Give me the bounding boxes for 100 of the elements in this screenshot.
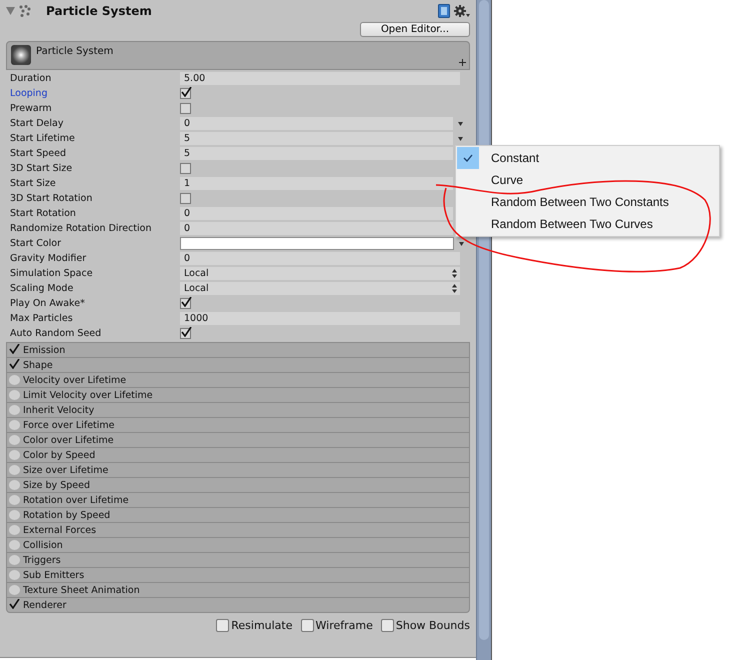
module-label: Rotation by Speed bbox=[23, 510, 110, 520]
collapse-icon[interactable] bbox=[6, 7, 15, 15]
dropdown-field[interactable]: Local bbox=[180, 282, 460, 295]
module-header-bar[interactable]: External Forces bbox=[6, 523, 470, 538]
module-header-bar[interactable]: Renderer bbox=[6, 598, 470, 613]
module-toggle[interactable] bbox=[9, 345, 20, 355]
number-field[interactable]: 0 bbox=[180, 207, 453, 220]
property-label: Start Delay bbox=[10, 118, 64, 129]
checkmark-icon bbox=[181, 87, 192, 97]
module-header-bar[interactable]: Size by Speed bbox=[6, 478, 470, 493]
checkmark-icon bbox=[181, 297, 192, 307]
updown-arrows-icon[interactable] bbox=[452, 269, 457, 278]
property-label: Randomize Rotation Direction bbox=[10, 223, 152, 234]
property-label: Prewarm bbox=[10, 103, 53, 114]
updown-arrows-icon[interactable] bbox=[452, 284, 457, 293]
menu-item[interactable]: Random Between Two Curves bbox=[456, 213, 719, 235]
module-toggle[interactable] bbox=[9, 495, 20, 505]
module-header-bar[interactable]: Texture Sheet Animation bbox=[6, 583, 470, 598]
caret-icon[interactable] bbox=[458, 122, 463, 126]
module-header-bar[interactable]: Force over Lifetime bbox=[6, 418, 470, 433]
help-book-icon[interactable] bbox=[438, 4, 450, 18]
menu-item[interactable]: Random Between Two Constants bbox=[456, 191, 719, 213]
checkbox-label: Resimulate bbox=[231, 618, 293, 632]
settings-icon[interactable] bbox=[454, 4, 470, 18]
property-label: Play On Awake* bbox=[10, 298, 86, 309]
number-field[interactable]: 0 bbox=[180, 222, 453, 235]
module-header-bar[interactable]: Rotation by Speed bbox=[6, 508, 470, 523]
number-field[interactable]: 5 bbox=[180, 132, 453, 145]
module-header-bar[interactable]: Triggers bbox=[6, 553, 470, 568]
module-toggle[interactable] bbox=[9, 405, 20, 415]
property-label: Max Particles bbox=[10, 313, 74, 324]
module-label: Collision bbox=[23, 540, 63, 550]
module-toggle[interactable] bbox=[9, 360, 20, 370]
module-toggle[interactable] bbox=[9, 600, 20, 610]
module-toggle[interactable] bbox=[9, 555, 20, 565]
module-header-bar[interactable]: Emission bbox=[6, 342, 470, 358]
module-label: Force over Lifetime bbox=[23, 420, 115, 430]
module-toggle[interactable] bbox=[9, 540, 20, 550]
module-label: Size over Lifetime bbox=[23, 464, 108, 476]
module-label: Sub Emitters bbox=[23, 570, 84, 580]
number-field[interactable]: 0 bbox=[180, 252, 460, 265]
open-editor-button[interactable]: Open Editor... bbox=[360, 22, 470, 37]
property-label: Start Speed bbox=[10, 148, 68, 159]
property-label: Scaling Mode bbox=[10, 283, 74, 294]
module-header-bar[interactable]: Inherit Velocity bbox=[6, 403, 470, 418]
checkbox[interactable] bbox=[380, 618, 394, 632]
module-toggle[interactable] bbox=[9, 585, 20, 595]
checkmark-icon bbox=[9, 599, 20, 609]
number-field[interactable]: 0 bbox=[180, 117, 453, 130]
module-toggle[interactable] bbox=[9, 465, 20, 475]
module-header-bar[interactable]: Color by Speed bbox=[6, 448, 470, 463]
particles-icon bbox=[19, 5, 31, 17]
module-toggle[interactable] bbox=[9, 570, 20, 580]
property-label: Looping bbox=[10, 88, 48, 99]
module-toggle[interactable] bbox=[9, 450, 20, 460]
checkbox[interactable] bbox=[180, 88, 191, 99]
checkbox[interactable] bbox=[180, 328, 191, 339]
menu-item[interactable]: Constant bbox=[456, 147, 719, 169]
module-label: Texture Sheet Animation bbox=[23, 584, 140, 596]
checkbox[interactable] bbox=[216, 618, 230, 632]
module-label: Triggers bbox=[23, 554, 61, 566]
caret-icon[interactable] bbox=[458, 136, 463, 140]
caret-icon[interactable] bbox=[459, 242, 464, 246]
number-field[interactable]: 1000 bbox=[180, 312, 460, 325]
number-field[interactable]: 5.00 bbox=[180, 72, 460, 85]
particle-thumbnail-icon bbox=[11, 45, 31, 65]
color-field[interactable] bbox=[180, 237, 454, 250]
module-header-bar[interactable]: Rotation over Lifetime bbox=[6, 493, 470, 508]
module-toggle[interactable] bbox=[9, 510, 20, 520]
checkbox-label: Wireframe bbox=[316, 618, 373, 632]
property-label: Start Lifetime bbox=[10, 133, 76, 144]
number-field[interactable]: 1 bbox=[180, 177, 453, 190]
module-toggle[interactable] bbox=[9, 420, 20, 430]
checkbox[interactable] bbox=[180, 193, 191, 204]
property-label: Auto Random Seed bbox=[10, 328, 102, 339]
module-toggle[interactable] bbox=[9, 525, 20, 535]
module-header-bar[interactable]: Shape bbox=[6, 358, 470, 373]
plus-icon[interactable] bbox=[459, 59, 466, 66]
dropdown-field[interactable]: Local bbox=[180, 267, 460, 280]
module-header-bar[interactable]: Sub Emitters bbox=[6, 568, 470, 583]
checkmark-icon bbox=[181, 327, 192, 337]
module-header-bar[interactable]: Color over Lifetime bbox=[6, 433, 470, 448]
checkbox[interactable] bbox=[180, 298, 191, 309]
property-label: Simulation Space bbox=[10, 268, 94, 279]
module-header-bar[interactable]: Collision bbox=[6, 538, 470, 553]
module-toggle[interactable] bbox=[9, 480, 20, 490]
module-toggle[interactable] bbox=[9, 435, 20, 445]
module-header-bar[interactable]: Velocity over Lifetime bbox=[6, 373, 470, 388]
module-label: Rotation over Lifetime bbox=[23, 494, 129, 506]
module-label: Shape bbox=[23, 360, 53, 370]
module-header-bar[interactable]: Size over Lifetime bbox=[6, 463, 470, 478]
module-toggle[interactable] bbox=[9, 375, 20, 385]
number-field[interactable]: 5 bbox=[180, 147, 453, 160]
menu-item[interactable]: Curve bbox=[456, 169, 719, 191]
checkbox[interactable] bbox=[180, 103, 191, 114]
module-toggle[interactable] bbox=[9, 390, 20, 400]
module-header-bar[interactable]: Limit Velocity over Lifetime bbox=[6, 388, 470, 403]
checkbox[interactable] bbox=[180, 163, 191, 174]
checkbox-label: Show Bounds bbox=[396, 618, 470, 632]
checkbox[interactable] bbox=[300, 618, 314, 632]
